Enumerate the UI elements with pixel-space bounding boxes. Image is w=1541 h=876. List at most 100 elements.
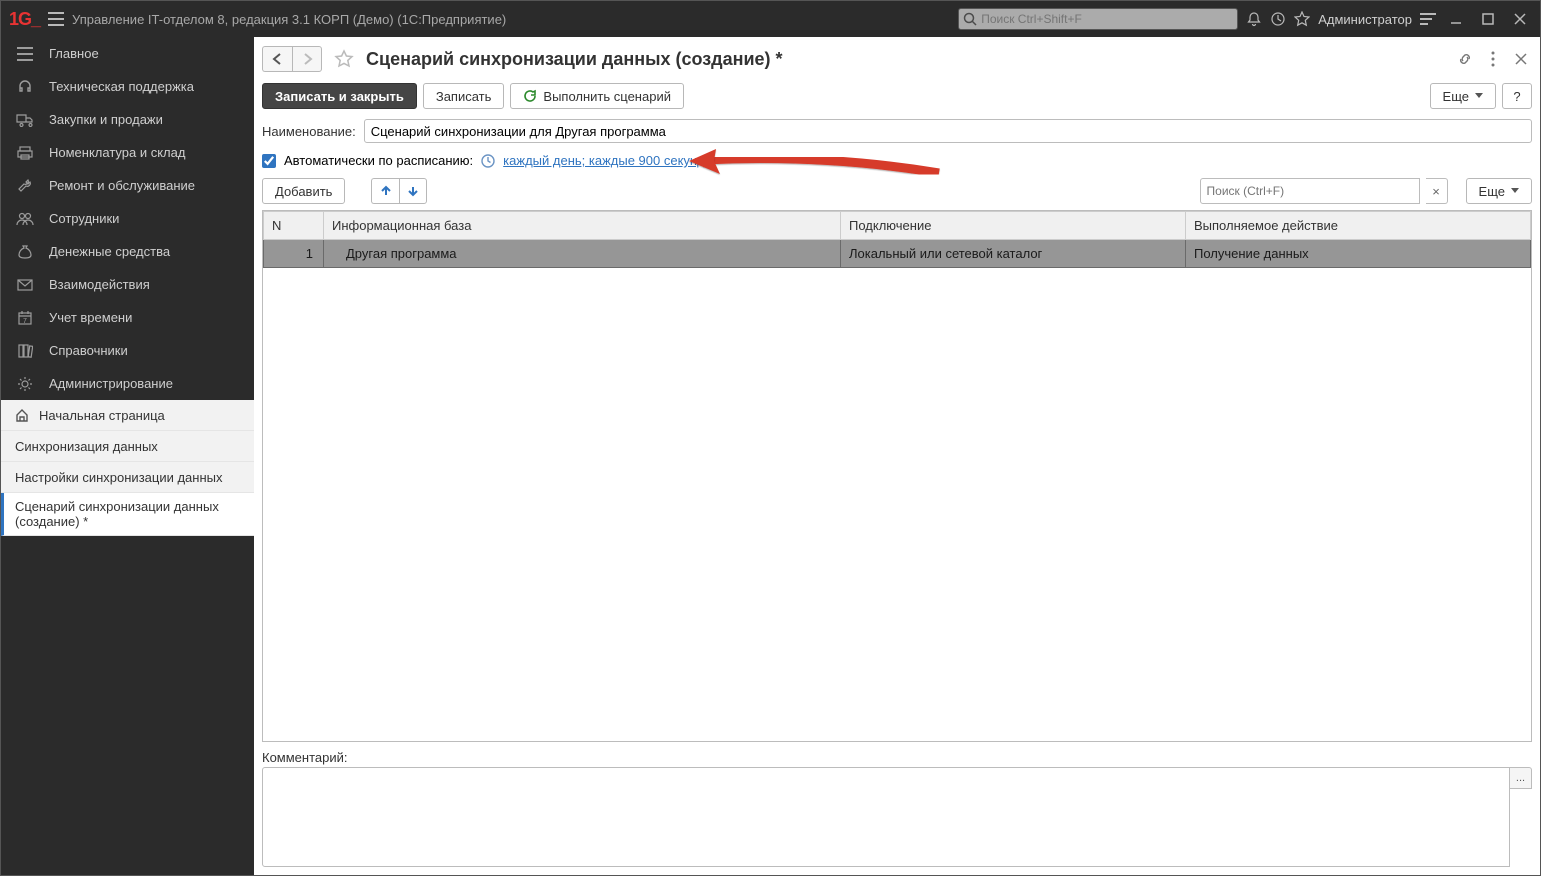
nav-sync-settings[interactable]: Настройки синхронизации данных	[1, 462, 254, 493]
headset-icon	[15, 79, 35, 95]
chevron-down-icon	[1511, 188, 1519, 194]
chevron-down-icon	[1475, 93, 1483, 99]
nav-item-label: Настройки синхронизации данных	[15, 470, 223, 485]
nav-sync[interactable]: Синхронизация данных	[1, 431, 254, 462]
table-empty-area[interactable]	[263, 268, 1531, 741]
sidebar-item-label: Денежные средства	[49, 244, 170, 259]
table-header-row: N Информационная база Подключение Выполн…	[264, 212, 1531, 240]
nav-home[interactable]: Начальная страница	[1, 400, 254, 431]
printer-icon	[15, 145, 35, 161]
sidebar-item-label: Взаимодействия	[49, 277, 150, 292]
subtoolbar: Добавить × Еще	[262, 178, 1532, 204]
global-search[interactable]	[958, 8, 1238, 30]
truck-icon	[15, 113, 35, 127]
help-button[interactable]: ?	[1502, 83, 1532, 109]
nav-scenario[interactable]: Сценарий синхронизации данных (создание)…	[1, 493, 254, 536]
run-scenario-button[interactable]: Выполнить сценарий	[510, 83, 684, 109]
hamburger-icon[interactable]	[48, 12, 64, 26]
favorite-star-icon[interactable]	[334, 49, 354, 69]
table-more-label: Еще	[1479, 184, 1505, 199]
table-more-button[interactable]: Еще	[1466, 178, 1532, 204]
sidebar-item-purchases[interactable]: Закупки и продажи	[1, 103, 254, 136]
money-bag-icon	[15, 244, 35, 260]
name-row: Наименование:	[262, 119, 1532, 143]
sidebar-item-refs[interactable]: Справочники	[1, 334, 254, 367]
sidebar-item-maintenance[interactable]: Ремонт и обслуживание	[1, 169, 254, 202]
history-icon[interactable]	[1270, 11, 1286, 27]
sidebar-item-time[interactable]: 7 Учет времени	[1, 301, 254, 334]
name-input[interactable]	[364, 119, 1532, 143]
table-header-n[interactable]: N	[264, 212, 324, 240]
refresh-icon	[523, 89, 537, 103]
minimize-icon[interactable]	[1444, 13, 1468, 25]
sidebar-item-label: Ремонт и обслуживание	[49, 178, 195, 193]
books-icon	[15, 343, 35, 359]
sidebar-item-label: Закупки и продажи	[49, 112, 163, 127]
settings-bars-icon[interactable]	[1420, 12, 1436, 26]
search-icon	[963, 12, 977, 26]
sidebar-item-support[interactable]: Техническая поддержка	[1, 70, 254, 103]
bell-icon[interactable]	[1246, 11, 1262, 27]
link-icon[interactable]	[1454, 48, 1476, 70]
back-button[interactable]	[262, 46, 292, 72]
more-button[interactable]: Еще	[1430, 83, 1496, 109]
table-search-clear[interactable]: ×	[1426, 178, 1448, 204]
list-icon	[15, 47, 35, 61]
sidebar: Главное Техническая поддержка Закупки и …	[1, 37, 254, 875]
toolbar: Записать и закрыть Записать Выполнить сц…	[262, 83, 1532, 109]
sidebar-item-label: Справочники	[49, 343, 128, 358]
wrench-icon	[15, 178, 35, 194]
global-search-input[interactable]	[981, 12, 1233, 26]
name-label: Наименование:	[262, 124, 356, 139]
auto-schedule-label: Автоматически по расписанию:	[284, 153, 473, 168]
comment-expand-button[interactable]: ...	[1510, 767, 1532, 789]
user-name[interactable]: Администратор	[1318, 12, 1412, 27]
sidebar-item-main[interactable]: Главное	[1, 37, 254, 70]
table-header-action[interactable]: Выполняемое действие	[1186, 212, 1531, 240]
calendar-icon: 7	[15, 310, 35, 326]
cell-connection[interactable]: Локальный или сетевой каталог	[841, 240, 1186, 268]
table-row[interactable]: 1 Другая программа Локальный или сетевой…	[264, 240, 1531, 268]
app-logo: 1G_	[9, 9, 40, 30]
table-header-connection[interactable]: Подключение	[841, 212, 1186, 240]
forward-button[interactable]	[292, 46, 322, 72]
cell-action[interactable]: Получение данных	[1186, 240, 1531, 268]
sidebar-item-money[interactable]: Денежные средства	[1, 235, 254, 268]
sidebar-item-label: Учет времени	[49, 310, 132, 325]
more-label: Еще	[1443, 89, 1469, 104]
clock-icon	[481, 154, 495, 168]
save-button[interactable]: Записать	[423, 83, 505, 109]
home-icon	[15, 408, 29, 422]
cell-infobase[interactable]: Другая программа	[324, 240, 841, 268]
app-title: Управление IT-отделом 8, редакция 3.1 КО…	[72, 12, 950, 27]
cell-n[interactable]: 1	[264, 240, 324, 268]
table-search-input[interactable]	[1200, 178, 1420, 204]
sidebar-item-label: Номенклатура и склад	[49, 145, 185, 160]
auto-schedule-checkbox[interactable]	[262, 154, 276, 168]
nav-item-label: Начальная страница	[39, 408, 165, 423]
sidebar-item-stock[interactable]: Номенклатура и склад	[1, 136, 254, 169]
maximize-icon[interactable]	[1476, 13, 1500, 25]
comment-label: Комментарий:	[262, 750, 1532, 765]
star-icon[interactable]	[1294, 11, 1310, 27]
titlebar: 1G_ Управление IT-отделом 8, редакция 3.…	[1, 1, 1540, 37]
move-down-button[interactable]	[399, 178, 427, 204]
comment-textarea[interactable]	[262, 767, 1510, 867]
add-button[interactable]: Добавить	[262, 178, 345, 204]
move-up-button[interactable]	[371, 178, 399, 204]
kebab-menu-icon[interactable]	[1482, 48, 1504, 70]
table-header-infobase[interactable]: Информационная база	[324, 212, 841, 240]
schedule-row: Автоматически по расписанию: каждый день…	[262, 153, 1532, 168]
content: Сценарий синхронизации данных (создание)…	[254, 37, 1540, 875]
gear-icon	[15, 376, 35, 392]
sidebar-main: Главное Техническая поддержка Закупки и …	[1, 37, 254, 400]
close-icon[interactable]	[1508, 13, 1532, 25]
sidebar-item-admin[interactable]: Администрирование	[1, 367, 254, 400]
sidebar-item-interactions[interactable]: Взаимодействия	[1, 268, 254, 301]
sidebar-item-employees[interactable]: Сотрудники	[1, 202, 254, 235]
sidebar-item-label: Главное	[49, 46, 99, 61]
sidebar-item-label: Сотрудники	[49, 211, 119, 226]
schedule-link[interactable]: каждый день; каждые 900 секунд	[503, 153, 705, 168]
close-tab-icon[interactable]	[1510, 48, 1532, 70]
save-close-button[interactable]: Записать и закрыть	[262, 83, 417, 109]
